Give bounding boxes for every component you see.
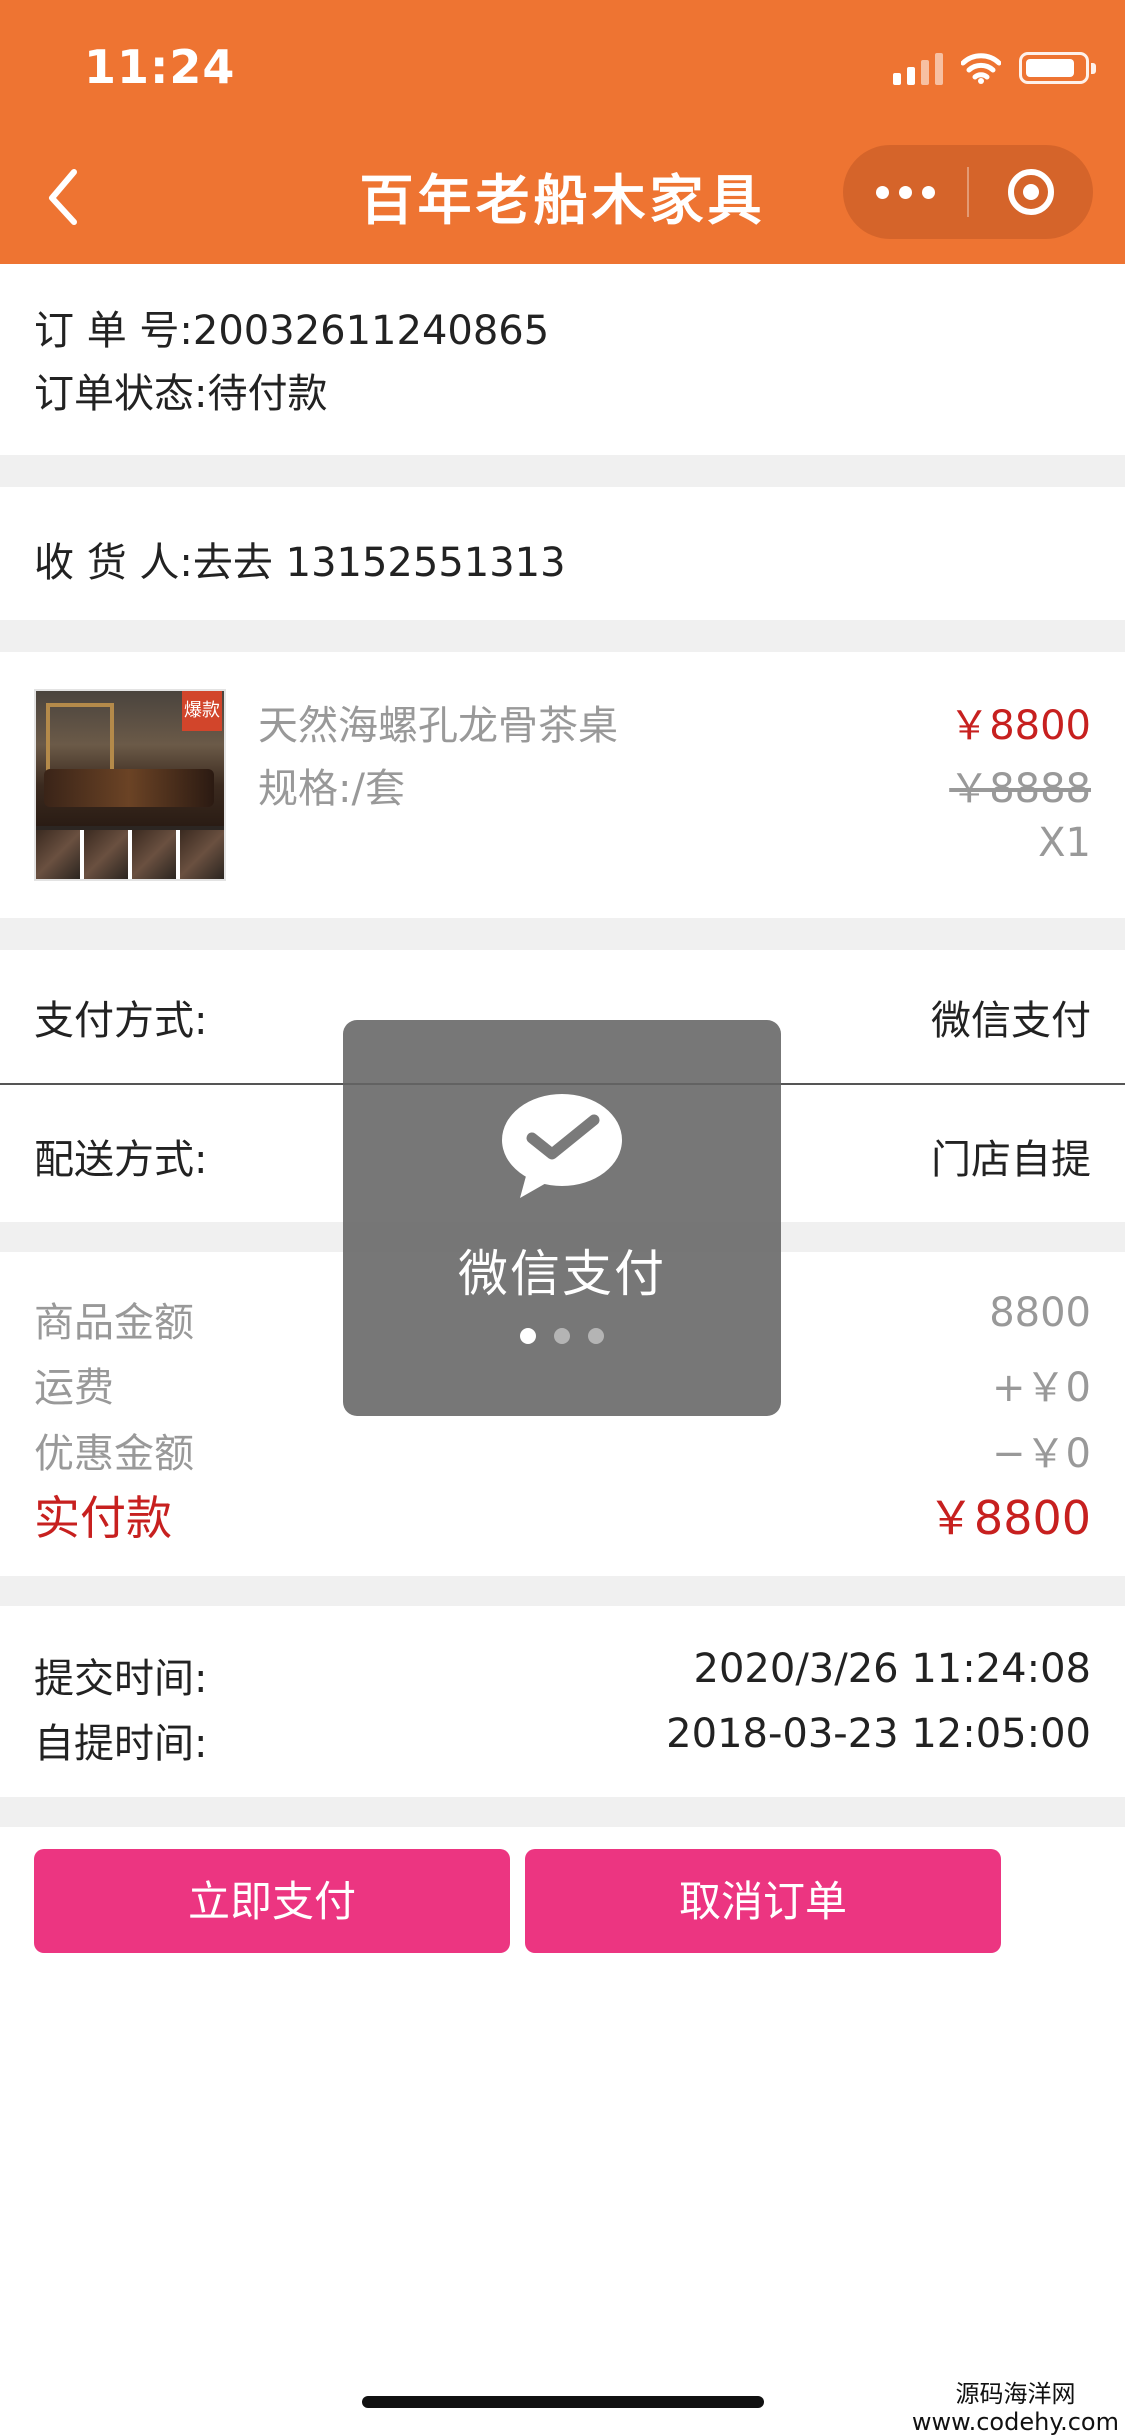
signal-icon: [893, 51, 943, 85]
submit-time-label: 提交时间:: [34, 1656, 208, 1702]
mini-program-capsule: [843, 145, 1093, 239]
cancel-order-button[interactable]: 取消订单: [525, 1849, 1001, 1953]
payment-value[interactable]: 微信支付: [931, 988, 1091, 1046]
watermark-line1: 源码海洋网: [955, 2380, 1076, 2408]
product-price: ￥8800: [949, 703, 1091, 749]
loading-dots: [343, 1328, 781, 1344]
battery-icon: [1019, 52, 1096, 84]
section-divider: [0, 1576, 1125, 1606]
section-divider: [0, 918, 1125, 950]
more-dots-icon[interactable]: [843, 185, 967, 199]
hot-badge: 爆款: [182, 691, 222, 731]
goods-amount-value: 8800: [989, 1290, 1091, 1336]
delivery-value[interactable]: 门店自提: [931, 1127, 1091, 1185]
product-image[interactable]: 爆款: [34, 689, 226, 881]
section-divider: [0, 1797, 1125, 1827]
pickup-time-value: 2018-03-23 12:05:00: [666, 1711, 1091, 1757]
product-original-price: ￥8888: [949, 766, 1091, 812]
payment-label: 支付方式:: [34, 998, 208, 1044]
product-spec: 规格:/套: [258, 766, 405, 812]
discount-label: 优惠金额: [34, 1431, 194, 1477]
section-divider: [0, 620, 1125, 652]
shipping-label: 运费: [34, 1365, 114, 1411]
order-status: 订单状态:待付款: [34, 371, 328, 417]
pay-now-button[interactable]: 立即支付: [34, 1849, 510, 1953]
wifi-icon: [961, 53, 1001, 84]
goods-amount-label: 商品金额: [34, 1300, 194, 1346]
section-divider: [0, 455, 1125, 487]
order-number: 订 单 号:20032611240865: [34, 308, 550, 354]
delivery-label: 配送方式:: [34, 1137, 208, 1183]
pickup-time-label: 自提时间:: [34, 1721, 208, 1767]
status-time: 11:24: [84, 40, 236, 94]
paid-amount-label: 实付款: [34, 1491, 172, 1545]
watermark-line2: www.codehy.com: [911, 2408, 1119, 2436]
product-name[interactable]: 天然海螺孔龙骨茶桌: [258, 693, 618, 751]
home-indicator: [362, 2396, 764, 2408]
wechat-pay-icon: [502, 1094, 622, 1198]
status-icons: [893, 48, 1096, 88]
toast-label: 微信支付: [458, 1245, 666, 1303]
shipping-value: +￥0: [992, 1365, 1091, 1411]
paid-amount-value: ￥8800: [927, 1491, 1091, 1545]
watermark: 源码海洋网 www.codehy.com: [912, 2380, 1119, 2436]
submit-time-value: 2020/3/26 11:24:08: [693, 1646, 1091, 1692]
product-quantity: X1: [1038, 820, 1091, 866]
receiver-info: 收 货 人:去去 13152551313: [34, 540, 566, 586]
target-circle-icon[interactable]: [969, 169, 1093, 215]
payment-toast: 微信支付: [343, 1020, 781, 1416]
discount-value: −￥0: [992, 1431, 1091, 1477]
